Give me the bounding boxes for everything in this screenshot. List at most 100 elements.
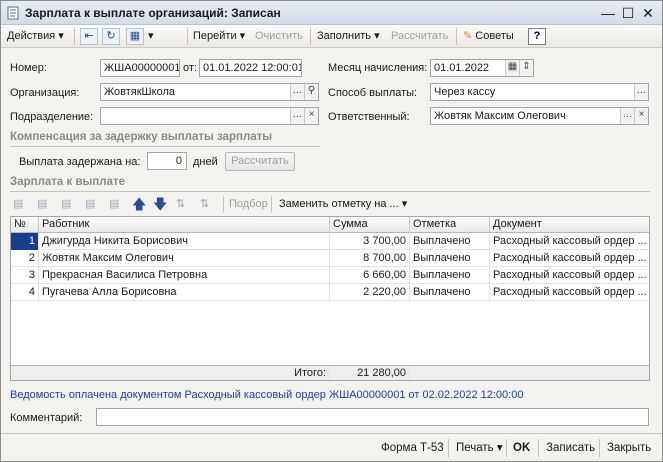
table-header: № Работник Сумма Отметка Документ [11, 217, 649, 233]
from-label: от: [183, 62, 197, 74]
row-employee: Пугачева Алла Борисовна [39, 284, 330, 301]
row-mark: Выплачено [410, 284, 490, 301]
responsible-label: Ответственный: [328, 111, 410, 123]
table-row[interactable]: 2 Жовтяк Максим Олегович 8 700,00 Выплач… [11, 250, 649, 267]
col-number[interactable]: № [11, 217, 39, 233]
print-menu[interactable]: Печать ▾ [456, 440, 503, 456]
division-label: Подразделение: [10, 111, 94, 123]
select-ellipsis-icon[interactable]: … [634, 84, 648, 100]
salary-table[interactable]: № Работник Сумма Отметка Документ 1 Джиг… [10, 216, 650, 381]
tips-button[interactable]: ✎ Советы [463, 28, 514, 45]
row-number: 2 [11, 250, 39, 267]
col-document[interactable]: Документ [490, 217, 649, 233]
structure-icon[interactable]: ▦ [126, 28, 144, 45]
move-down-icon[interactable]: 🡇 [153, 196, 167, 213]
table-footer: Итого: 21 280,00 [11, 365, 649, 380]
tips-icon: ✎ [463, 30, 473, 42]
row-document: Расходный кассовый ордер ... [493, 286, 647, 298]
comment-label: Комментарий: [10, 412, 83, 424]
month-field[interactable]: 01.01.2022 ▦ ⇕ [430, 59, 534, 77]
col-mark[interactable]: Отметка [410, 217, 490, 233]
ok-button[interactable]: OK [513, 440, 530, 456]
salary-section-title: Зарплата к выплате [10, 176, 126, 188]
minimize-icon[interactable]: — [599, 4, 617, 22]
number-field[interactable]: ЖША00000001 [100, 59, 180, 77]
delay-label: Выплата задержана на: [19, 156, 141, 168]
delay-days-field[interactable]: 0 [147, 152, 187, 170]
calendar-icon[interactable]: ▦ [505, 60, 519, 76]
document-icon [7, 6, 19, 20]
search-icon[interactable]: ⚲ [304, 84, 318, 100]
window-title: Зарплата к выплате организаций: Записан [25, 6, 281, 20]
total-value: 21 280,00 [330, 366, 410, 380]
select-ellipsis-icon[interactable]: … [290, 108, 304, 124]
select-ellipsis-icon[interactable]: … [290, 84, 304, 100]
row-mark: Выплачено [410, 267, 490, 284]
table-row[interactable]: 3 Прекрасная Василиса Петровна 6 660,00 … [11, 267, 649, 284]
payment-document-link[interactable]: Ведомость оплачена документом Расходный … [10, 389, 523, 401]
org-field[interactable]: ЖовтякШкола … ⚲ [100, 83, 319, 101]
row-number: 1 [11, 233, 39, 250]
close-button[interactable]: Закрыть [607, 440, 651, 456]
payment-method-field[interactable]: Через кассу … [430, 83, 649, 101]
row-document: Расходный кассовый ордер ... [493, 252, 647, 264]
save-button[interactable]: Записать [546, 440, 595, 456]
col-sum[interactable]: Сумма [330, 217, 410, 233]
row-sum: 8 700,00 [330, 250, 410, 267]
date-field[interactable]: 01.01.2022 12:00:01 [199, 59, 302, 77]
add-row-icon[interactable]: ▤ [13, 196, 23, 213]
actions-menu[interactable]: Действия ▾ [7, 28, 64, 45]
responsible-field[interactable]: Жовтяк Максим Олегович … × [430, 107, 649, 125]
table-row[interactable]: 1 Джигурда Никита Борисович 3 700,00 Вып… [11, 233, 649, 250]
clear-button[interactable]: Очистить [255, 28, 303, 45]
table-row[interactable]: 4 Пугачева Алла Борисовна 2 220,00 Выпла… [11, 284, 649, 301]
end-edit-icon[interactable]: ▤ [109, 196, 119, 213]
copy-row-icon[interactable]: ▤ [37, 196, 47, 213]
close-icon[interactable]: ✕ [639, 4, 657, 22]
fill-menu[interactable]: Заполнить ▾ [317, 28, 380, 45]
number-label: Номер: [10, 62, 47, 74]
sort-asc-icon[interactable]: ⇅ [176, 196, 185, 213]
clear-x-icon[interactable]: × [304, 108, 318, 124]
compensation-calculate-button[interactable]: Рассчитать [225, 152, 295, 171]
row-employee: Жовтяк Максим Олегович [39, 250, 330, 267]
row-mark: Выплачено [410, 250, 490, 267]
pick-button[interactable]: Подбор [229, 196, 268, 213]
row-sum: 6 660,00 [330, 267, 410, 284]
spinner-icon[interactable]: ⇕ [519, 60, 533, 76]
structure-dropdown-icon[interactable]: ▾ [148, 28, 154, 45]
row-sum: 2 220,00 [330, 284, 410, 301]
division-field[interactable]: … × [100, 107, 319, 125]
month-label: Месяц начисления: [328, 62, 428, 74]
sort-desc-icon[interactable]: ⇅ [200, 196, 209, 213]
col-employee[interactable]: Работник [39, 217, 330, 233]
payment-method-label: Способ выплаты: [328, 87, 418, 99]
maximize-icon[interactable]: ☐ [619, 4, 637, 22]
refresh-icon[interactable]: ↻ [102, 28, 120, 45]
help-button[interactable]: ? [528, 28, 546, 45]
row-document: Расходный кассовый ордер ... [493, 269, 647, 281]
row-employee: Джигурда Никита Борисович [39, 233, 330, 250]
row-document: Расходный кассовый ордер ... [493, 235, 647, 247]
compensation-section-title: Компенсация за задержку выплаты зарплаты [10, 131, 273, 143]
toolbar: Действия ▾ ⇤ ↻ ▦ ▾ Перейти ▾ Очистить За… [1, 25, 662, 48]
goto-menu[interactable]: Перейти ▾ [193, 28, 245, 45]
replace-mark-menu[interactable]: Заменить отметку на ... ▾ [279, 196, 407, 213]
days-label: дней [193, 156, 218, 168]
calculate-button[interactable]: Рассчитать [391, 28, 448, 45]
row-number: 4 [11, 284, 39, 301]
move-up-icon[interactable]: 🡅 [132, 196, 146, 213]
comment-field[interactable] [96, 408, 649, 426]
edit-row-icon[interactable]: ▤ [61, 196, 71, 213]
row-employee: Прекрасная Василиса Петровна [39, 267, 330, 284]
delete-row-icon[interactable]: ▤ [85, 196, 95, 213]
bottom-bar: Форма Т-53 Печать ▾ OK Записать Закрыть [1, 433, 662, 461]
back-arrow-icon[interactable]: ⇤ [80, 28, 98, 45]
select-ellipsis-icon[interactable]: … [620, 108, 634, 124]
row-number: 3 [11, 267, 39, 284]
document-window: Зарплата к выплате организаций: Записан … [0, 0, 663, 462]
org-label: Организация: [10, 87, 80, 99]
clear-x-icon[interactable]: × [634, 108, 648, 124]
title-bar: Зарплата к выплате организаций: Записан … [1, 1, 662, 25]
form-t53-button[interactable]: Форма Т-53 [381, 440, 444, 456]
